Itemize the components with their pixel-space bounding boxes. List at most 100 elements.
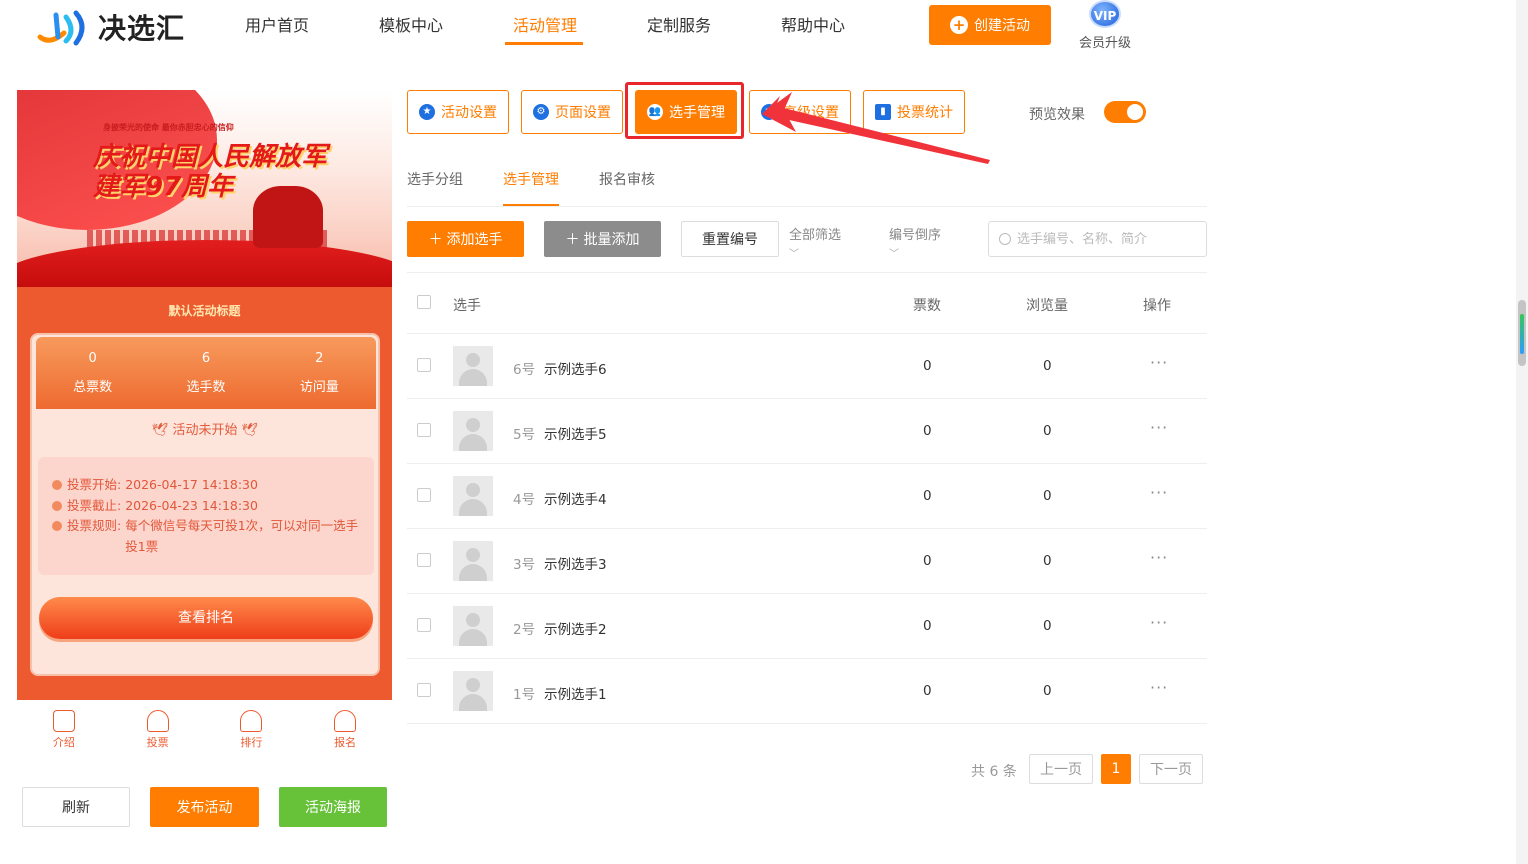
player-number: 6号 xyxy=(513,362,536,378)
activity-poster-button[interactable]: 活动海报 xyxy=(279,787,387,827)
info-vote-end: 投票截止: 2026-04-23 14:18:30 xyxy=(52,496,360,517)
nav-active-underline xyxy=(505,42,583,45)
more-actions-icon[interactable]: ··· xyxy=(1150,353,1168,372)
tab-signup[interactable]: 报名 xyxy=(298,700,392,752)
subtab-player-groups[interactable]: 选手分组 xyxy=(407,169,463,189)
prev-page-button[interactable]: 上一页 xyxy=(1029,754,1093,784)
plus-circle-icon: + xyxy=(950,16,968,34)
player-votes: 0 xyxy=(923,423,932,439)
player-name: 示例选手4 xyxy=(544,492,607,508)
player-views: 0 xyxy=(1043,683,1052,699)
sort-desc-select[interactable]: 编号倒序 ﹀ xyxy=(889,224,941,260)
tab-intro[interactable]: 介绍 xyxy=(17,700,111,752)
activity-info: 投票开始: 2026-04-17 14:18:30 投票截止: 2026-04-… xyxy=(38,457,374,575)
player-number: 2号 xyxy=(513,622,536,638)
player-votes: 0 xyxy=(923,683,932,699)
row-checkbox[interactable] xyxy=(417,683,431,697)
row-checkbox[interactable] xyxy=(417,553,431,567)
player-number: 3号 xyxy=(513,557,536,573)
row-checkbox[interactable] xyxy=(417,358,431,372)
player-votes: 0 xyxy=(923,553,932,569)
more-actions-icon[interactable]: ··· xyxy=(1150,548,1168,567)
header-views: 浏览量 xyxy=(1026,298,1068,314)
mobile-tabbar: 介绍 投票 排行 报名 xyxy=(17,700,392,752)
table-row: 1号 示例选手1 0 0 ··· xyxy=(407,658,1207,723)
info-vote-start: 投票开始: 2026-04-17 14:18:30 xyxy=(52,475,360,496)
highlight-annotation-box xyxy=(625,82,744,139)
vip-upgrade[interactable]: VIP 会员升级 xyxy=(1076,0,1134,51)
subtab-signup-review[interactable]: 报名审核 xyxy=(599,169,655,189)
player-votes: 0 xyxy=(923,358,932,374)
activity-banner: 身披荣光的使命 最你赤胆忠心的信仰 庆祝中国人民解放军 建军97周年 xyxy=(17,90,392,287)
tab-vote[interactable]: 投票 xyxy=(111,700,205,752)
user-add-icon xyxy=(334,710,357,732)
player-views: 0 xyxy=(1043,553,1052,569)
bird-left-icon: 🕊 xyxy=(151,423,173,438)
nav-help-center[interactable]: 帮助中心 xyxy=(781,16,845,36)
vip-badge-icon: VIP xyxy=(1089,0,1121,28)
tab-page-settings[interactable]: ⚙ 页面设置 xyxy=(521,90,623,134)
subtab-player-management[interactable]: 选手管理 xyxy=(503,169,559,189)
nav-user-home[interactable]: 用户首页 xyxy=(245,16,309,36)
search-input[interactable] xyxy=(1017,231,1187,247)
create-activity-button[interactable]: + 创建活动 xyxy=(929,5,1051,45)
more-actions-icon[interactable]: ··· xyxy=(1150,613,1168,632)
row-checkbox[interactable] xyxy=(417,618,431,632)
banner-title: 庆祝中国人民解放军 建军97周年 xyxy=(93,142,328,202)
more-actions-icon[interactable]: ··· xyxy=(1150,483,1168,502)
plus-icon: ＋ xyxy=(428,232,443,248)
player-number: 5号 xyxy=(513,427,536,443)
nav-activity-manage[interactable]: 活动管理 xyxy=(513,16,577,36)
header-votes: 票数 xyxy=(913,298,941,314)
header-operations: 操作 xyxy=(1143,298,1171,314)
select-all-checkbox[interactable] xyxy=(417,295,431,309)
avatar-placeholder-icon xyxy=(453,476,493,516)
nav-custom-service[interactable]: 定制服务 xyxy=(647,16,711,36)
stat-player-count: 6 选手数 xyxy=(186,351,226,395)
more-actions-icon[interactable]: ··· xyxy=(1150,678,1168,697)
reset-number-button[interactable]: 重置编号 xyxy=(681,221,779,257)
publish-activity-button[interactable]: 发布活动 xyxy=(150,787,259,827)
pointer-arrow-icon xyxy=(762,92,990,164)
tab-ranking[interactable]: 排行 xyxy=(205,700,299,752)
scrollbar-thumb[interactable] xyxy=(1518,300,1526,366)
gear-icon: ⚙ xyxy=(533,104,549,120)
refresh-button[interactable]: 刷新 xyxy=(22,787,130,827)
nav-template-center[interactable]: 模板中心 xyxy=(379,16,443,36)
chevron-down-icon: ﹀ xyxy=(789,249,799,260)
player-name: 示例选手1 xyxy=(544,687,607,703)
view-ranking-button[interactable]: 查看排名 xyxy=(39,597,373,639)
player-number: 4号 xyxy=(513,492,536,508)
player-name: 示例选手5 xyxy=(544,427,607,443)
row-checkbox[interactable] xyxy=(417,488,431,502)
next-page-button[interactable]: 下一页 xyxy=(1139,754,1203,784)
brand-name: 决选汇 xyxy=(98,12,186,45)
filter-all-select[interactable]: 全部筛选 ﹀ xyxy=(789,224,841,260)
page-1-button[interactable]: 1 xyxy=(1101,754,1131,784)
player-votes: 0 xyxy=(923,488,932,504)
activity-title: 默认活动标题 xyxy=(168,304,241,318)
page-scrollbar[interactable] xyxy=(1516,0,1528,864)
more-actions-icon[interactable]: ··· xyxy=(1150,418,1168,437)
brand-logo[interactable]: 决选汇 xyxy=(36,6,196,48)
player-views: 0 xyxy=(1043,488,1052,504)
player-views: 0 xyxy=(1043,618,1052,634)
row-checkbox[interactable] xyxy=(417,423,431,437)
add-player-button[interactable]: ＋添加选手 xyxy=(407,221,524,257)
preview-effect-toggle[interactable] xyxy=(1104,101,1146,123)
logo-icon xyxy=(36,7,94,47)
chevron-down-icon: ﹀ xyxy=(889,249,899,260)
player-views: 0 xyxy=(1043,358,1052,374)
avatar-placeholder-icon xyxy=(453,671,493,711)
subtab-active-underline xyxy=(503,204,559,206)
table-row: 4号 示例选手4 0 0 ··· xyxy=(407,463,1207,528)
batch-add-button[interactable]: ＋批量添加 xyxy=(544,221,661,257)
table-row: 2号 示例选手2 0 0 ··· xyxy=(407,593,1207,658)
player-votes: 0 xyxy=(923,618,932,634)
table-row: 5号 示例选手5 0 0 ··· xyxy=(407,398,1207,463)
tab-activity-settings[interactable]: ★ 活动设置 xyxy=(407,90,509,134)
avatar-placeholder-icon xyxy=(453,606,493,646)
info-vote-rule: 投票规则: 每个微信号每天可投1次，可以对同一选手投1票 xyxy=(52,516,360,557)
stats-bar: 0 总票数 6 选手数 2 访问量 xyxy=(36,337,376,409)
search-icon xyxy=(999,233,1011,245)
